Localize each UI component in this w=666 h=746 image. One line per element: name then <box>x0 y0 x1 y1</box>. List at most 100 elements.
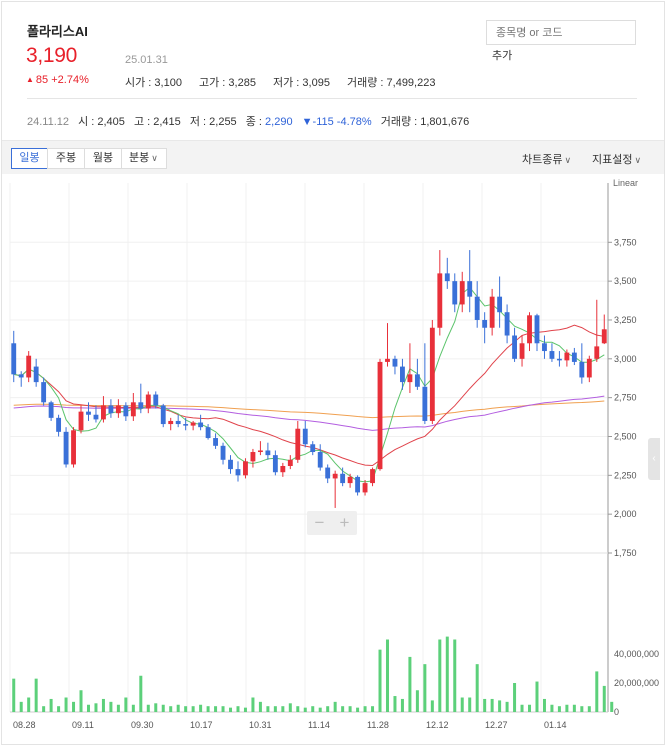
volume-bar <box>229 707 233 712</box>
up-triangle-icon: ▲ <box>26 75 34 84</box>
open-price: 시가 : 3,100 <box>125 77 182 89</box>
chart-type-dropdown[interactable]: 차트종류 ∨ <box>522 151 571 167</box>
volume-bar <box>116 704 120 712</box>
volume-bar <box>288 703 292 712</box>
candle-body <box>504 312 510 336</box>
candle-body <box>534 315 540 344</box>
chart-area[interactable]: Linear 3,750 3,500 3,250 3,000 2,750 2,500 2,25… <box>2 175 664 745</box>
candle-body <box>377 361 383 470</box>
volume-bar <box>131 704 135 712</box>
candle-body <box>571 352 577 362</box>
candle-body <box>317 452 323 468</box>
x-tick-label: 10.31 <box>249 720 272 730</box>
side-panel-toggle[interactable]: ‹ <box>648 438 660 480</box>
y-tick-label: 2,500 <box>614 431 637 441</box>
y-tick-label: 1,750 <box>614 548 637 558</box>
x-tick-label: 01.14 <box>544 720 567 730</box>
y-tick-label: 3,750 <box>614 237 637 247</box>
volume-bar <box>79 690 83 712</box>
volume-bar <box>281 706 285 712</box>
zoom-out-button[interactable]: − <box>307 513 332 533</box>
volume-bar <box>371 706 375 712</box>
tab-monthly[interactable]: 월봉 <box>84 148 122 169</box>
x-tick-label: 12.27 <box>485 720 508 730</box>
hover-close-label: 종 : <box>245 116 262 128</box>
volume-bar <box>101 698 105 712</box>
chevron-down-icon: ∨ <box>634 155 642 165</box>
candle-body <box>48 402 54 418</box>
indicator-label: 지표설정 <box>592 154 633 166</box>
volume-bar <box>206 706 210 712</box>
candle-body <box>130 402 136 417</box>
y-tick-label: 2,000 <box>614 509 637 519</box>
y-tick-label: 3,000 <box>614 354 637 364</box>
candle-body <box>41 382 47 403</box>
candle-body <box>542 343 547 352</box>
volume-bar <box>445 636 449 712</box>
volume-bar <box>169 706 173 712</box>
x-tick-label: 09.11 <box>72 720 94 730</box>
change-abs: 85 <box>35 74 49 86</box>
candle-body <box>601 329 607 344</box>
candle-body <box>108 405 114 414</box>
candle-body <box>452 281 458 305</box>
volume-bar <box>86 704 90 712</box>
volume-bar <box>400 698 404 712</box>
candle-body <box>265 450 271 456</box>
x-tick-label: 11.28 <box>367 720 389 730</box>
ma5-line <box>13 286 605 483</box>
x-tick-label: 08.28 <box>13 720 36 730</box>
volume-bar <box>19 701 23 712</box>
candle-body <box>71 430 76 465</box>
x-tick-label: 10.17 <box>190 720 213 730</box>
hover-ohlc-row: 24.11.12 시 : 2,405 고 : 2,415 저 : 2,255 종… <box>27 113 469 129</box>
volume-bar <box>513 683 517 712</box>
add-button[interactable]: 추가 <box>492 47 512 63</box>
volume-bar <box>385 639 389 712</box>
candle-body <box>527 315 532 344</box>
tab-minute[interactable]: 분봉 ∨ <box>121 148 167 169</box>
candle-body <box>302 428 308 445</box>
search-input[interactable] <box>486 20 636 45</box>
price-chart[interactable]: Linear 3,750 3,500 3,250 3,000 2,750 2,500 2,25… <box>2 175 664 745</box>
volume-bar <box>199 704 203 712</box>
volume-bar <box>378 649 382 712</box>
candle-body <box>422 386 428 421</box>
chevron-down-icon: ∨ <box>564 155 572 165</box>
candle-body <box>512 335 517 359</box>
indicator-dropdown[interactable]: 지표설정 ∨ <box>592 151 641 167</box>
volume-bar <box>602 685 606 712</box>
volume-bar <box>273 706 277 712</box>
candle-body <box>355 476 361 493</box>
price-scale-label: Linear <box>613 178 638 188</box>
tab-weekly[interactable]: 주봉 <box>47 148 85 169</box>
candle-body <box>228 459 233 470</box>
volume-bar <box>438 639 442 712</box>
volume-bar <box>296 706 300 712</box>
y-tick-label: 2,750 <box>614 393 637 403</box>
volume-bar <box>12 678 16 712</box>
candle-body <box>56 417 62 432</box>
volume-bar <box>557 706 561 712</box>
chevron-down-icon: ∨ <box>151 153 158 163</box>
candle-body <box>556 358 562 361</box>
candle-body <box>93 414 99 420</box>
candle-body <box>183 424 189 426</box>
hover-open: 시 : 2,405 <box>78 116 125 128</box>
volume-bar <box>27 697 31 712</box>
candle-body <box>429 327 435 421</box>
candle-body <box>33 366 39 383</box>
volume-bar <box>303 707 307 712</box>
volume-bar <box>550 704 554 712</box>
candle-body <box>385 358 390 362</box>
volume-tick-label: 40,000,000 <box>614 649 659 659</box>
candle-body <box>257 450 263 453</box>
tab-minute-label: 분봉 <box>129 152 150 164</box>
candle-body <box>467 281 473 297</box>
zoom-in-button[interactable]: + <box>332 513 357 533</box>
volume-bar <box>266 706 270 712</box>
tab-daily[interactable]: 일봉 <box>11 148 48 169</box>
candle-body <box>287 459 293 467</box>
volume-bar <box>505 701 509 712</box>
candle-body <box>407 374 413 383</box>
